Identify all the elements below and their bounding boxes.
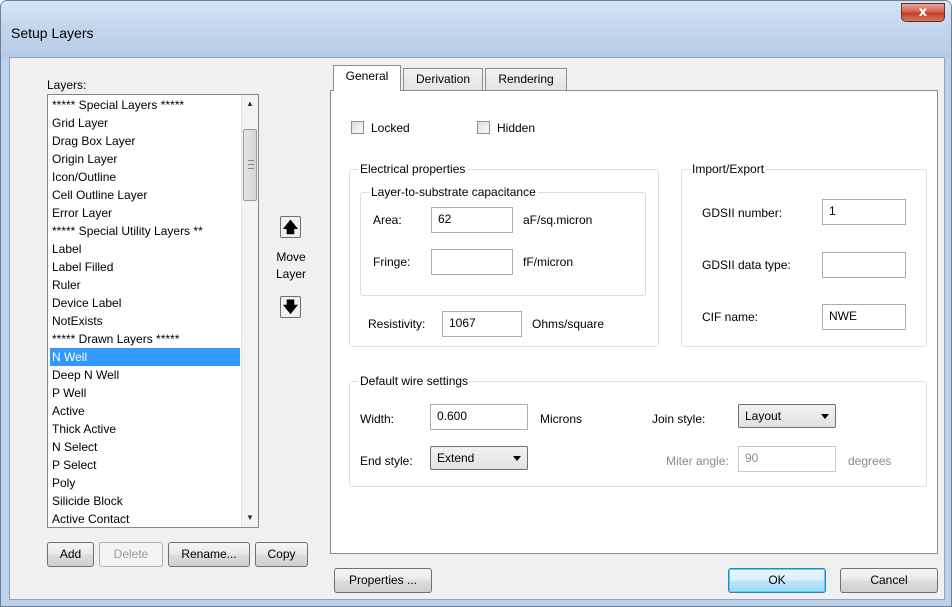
layer-list-item[interactable]: P Well: [50, 384, 240, 402]
layer-list-item[interactable]: Label: [50, 240, 240, 258]
miter-angle-unit: degrees: [848, 454, 892, 468]
layer-list-item[interactable]: ***** Special Utility Layers **: [50, 222, 240, 240]
layer-list-item[interactable]: Active Contact: [50, 510, 240, 527]
resistivity-label: Resistivity:: [368, 317, 426, 331]
arrow-up-icon: 🡅: [282, 218, 299, 236]
tab-derivation[interactable]: Derivation: [403, 68, 483, 90]
electrical-properties-title: Electrical properties: [358, 162, 468, 176]
width-label: Width:: [360, 412, 395, 426]
resistivity-unit: Ohms/square: [532, 317, 605, 331]
properties-button[interactable]: Properties ...: [334, 568, 432, 593]
tab-general[interactable]: General: [333, 65, 401, 91]
layer-list-item[interactable]: N Select: [50, 438, 240, 456]
end-style-label: End style:: [360, 454, 413, 468]
fringe-unit: fF/micron: [523, 255, 574, 269]
move-label-line2: Layer: [275, 267, 307, 281]
chevron-down-icon: [513, 456, 521, 461]
layer-list-item[interactable]: Grid Layer: [50, 114, 240, 132]
resistivity-input[interactable]: 1067: [442, 311, 522, 337]
miter-angle-label: Miter angle:: [666, 454, 729, 468]
cif-name-label: CIF name:: [702, 310, 759, 324]
miter-angle-input[interactable]: 90: [738, 446, 836, 472]
join-style-value: Layout: [745, 409, 782, 423]
layer-list-item[interactable]: Label Filled: [50, 258, 240, 276]
electrical-properties-group: Electrical properties Layer-to-substrate…: [349, 162, 659, 347]
cif-name-input[interactable]: NWE: [822, 304, 906, 330]
layer-list-item[interactable]: Poly: [50, 474, 240, 492]
chevron-down-icon: [821, 414, 829, 419]
width-input[interactable]: 0.600: [430, 404, 528, 430]
capacitance-title: Layer-to-substrate capacitance: [369, 185, 538, 199]
copy-button[interactable]: Copy: [255, 542, 308, 567]
layer-list-item[interactable]: Origin Layer: [50, 150, 240, 168]
general-tab-panel: Locked Hidden Electrical properties Laye…: [330, 90, 938, 554]
move-down-button[interactable]: 🡇: [280, 296, 301, 318]
import-export-group: Import/Export GDSII number: 1 GDSII data…: [681, 162, 927, 347]
layer-list-item[interactable]: Ruler: [50, 276, 240, 294]
gdsii-number-label: GDSII number:: [702, 206, 783, 220]
add-button[interactable]: Add: [47, 542, 94, 567]
arrow-down-icon: 🡇: [282, 298, 299, 316]
width-unit: Microns: [540, 412, 583, 426]
hidden-label: Hidden: [497, 121, 536, 135]
join-style-select[interactable]: Layout: [738, 404, 836, 428]
scroll-up-icon[interactable]: ▲: [242, 95, 258, 112]
fringe-input[interactable]: [431, 249, 513, 275]
wire-settings-title: Default wire settings: [358, 374, 471, 388]
scroll-down-icon[interactable]: ▼: [242, 509, 258, 526]
grip-icon: [248, 160, 254, 169]
move-up-button[interactable]: 🡅: [280, 216, 301, 238]
import-export-title: Import/Export: [690, 162, 767, 176]
capacitance-group: Layer-to-substrate capacitance Area: 62 …: [360, 185, 646, 296]
area-unit: aF/sq.micron: [523, 213, 593, 227]
end-style-select[interactable]: Extend: [430, 446, 528, 470]
join-style-label: Join style:: [652, 412, 706, 426]
setup-layers-window: Setup Layers x Layers: ***** Special Lay…: [0, 0, 952, 607]
delete-button[interactable]: Delete: [99, 542, 163, 567]
layer-list-item[interactable]: Icon/Outline: [50, 168, 240, 186]
wire-settings-group: Default wire settings Width: 0.600 Micro…: [349, 374, 927, 487]
layer-list-item[interactable]: Error Layer: [50, 204, 240, 222]
gdsii-type-label: GDSII data type:: [702, 258, 791, 272]
fringe-label: Fringe:: [373, 255, 411, 269]
area-input[interactable]: 62: [431, 207, 513, 233]
layer-list-item[interactable]: Cell Outline Layer: [50, 186, 240, 204]
cancel-button[interactable]: Cancel: [840, 568, 938, 593]
close-button[interactable]: x: [901, 3, 945, 22]
locked-label: Locked: [371, 121, 410, 135]
layer-list-item[interactable]: Thick Active: [50, 420, 240, 438]
ok-button[interactable]: OK: [728, 568, 826, 593]
scrollbar-thumb[interactable]: [243, 129, 257, 201]
layer-list-item[interactable]: ***** Drawn Layers *****: [50, 330, 240, 348]
area-label: Area:: [373, 213, 402, 227]
window-title: Setup Layers: [11, 25, 94, 41]
layers-listbox[interactable]: ***** Special Layers ***** Grid Layer Drag…: [47, 94, 259, 528]
dialog-body: Layers: ***** Special Layers ***** Grid L…: [9, 57, 945, 600]
layer-list-item[interactable]: N Well: [50, 348, 240, 366]
layer-list-item[interactable]: Device Label: [50, 294, 240, 312]
layer-list-item[interactable]: Deep N Well: [50, 366, 240, 384]
gdsii-number-input[interactable]: 1: [822, 199, 906, 225]
layer-list-item[interactable]: Active: [50, 402, 240, 420]
move-label-line1: Move: [276, 250, 306, 264]
rename-button[interactable]: Rename...: [168, 542, 250, 567]
layer-list-item[interactable]: Silicide Block: [50, 492, 240, 510]
layers-scrollbar[interactable]: ▲ ▼: [241, 95, 258, 527]
layer-list-item[interactable]: NotExists: [50, 312, 240, 330]
layer-list-item[interactable]: Drag Box Layer: [50, 132, 240, 150]
locked-checkbox[interactable]: [351, 121, 364, 134]
layer-list-item[interactable]: ***** Special Layers *****: [50, 96, 240, 114]
tab-rendering[interactable]: Rendering: [485, 68, 567, 90]
gdsii-type-input[interactable]: [822, 252, 906, 278]
title-bar[interactable]: Setup Layers x: [1, 1, 951, 57]
layer-list-item[interactable]: P Select: [50, 456, 240, 474]
end-style-value: Extend: [437, 451, 475, 465]
hidden-checkbox[interactable]: [477, 121, 490, 134]
layers-label: Layers:: [47, 78, 87, 92]
